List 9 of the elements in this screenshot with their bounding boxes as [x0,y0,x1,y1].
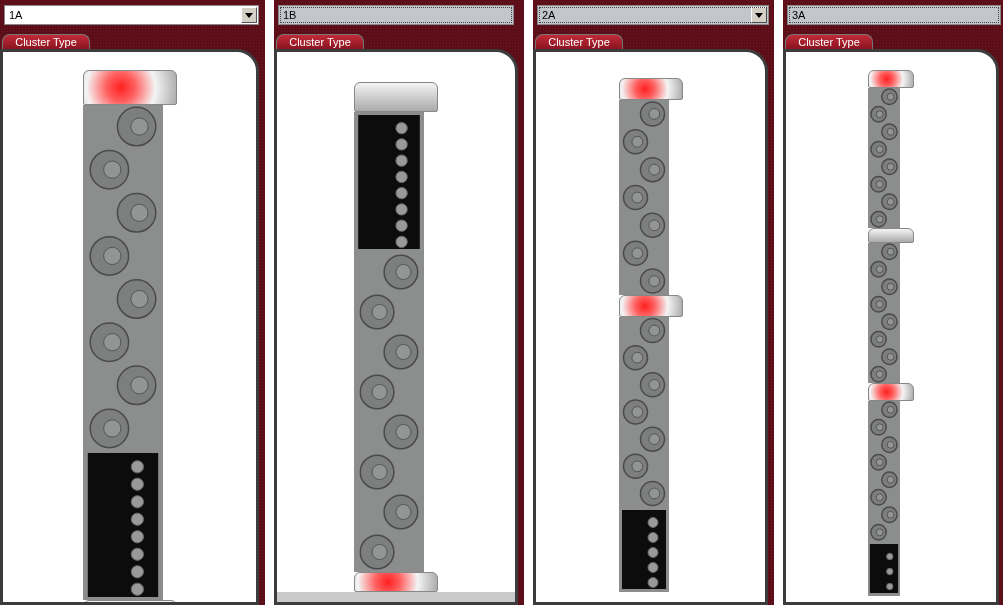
cluster-dropdown[interactable]: 1B [278,5,514,25]
control-panel-drawing [868,541,900,596]
cluster-dropdown[interactable]: 3A [787,5,1001,25]
cluster-dropdown[interactable]: 1A [4,5,259,25]
cluster-type-tab[interactable]: Cluster Type [535,34,623,49]
cluster-type-tab[interactable]: Cluster Type [276,34,364,49]
cluster-dropdown[interactable]: 2A [537,5,769,25]
cluster-type-tab[interactable]: Cluster Type [785,34,873,49]
cluster-type-tab[interactable]: Cluster Type [2,34,90,49]
